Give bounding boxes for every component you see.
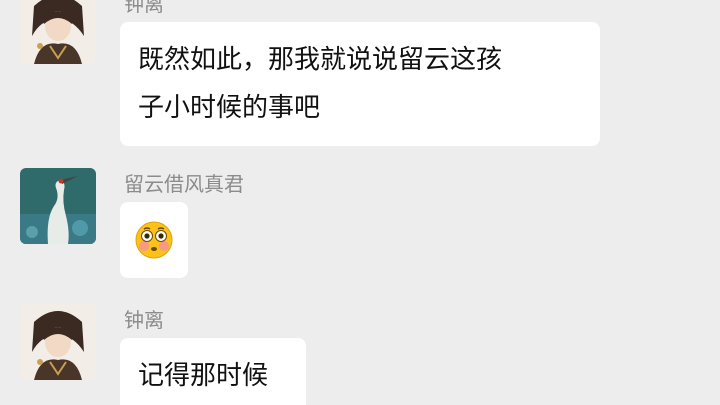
sender-name: 钟离	[124, 0, 164, 16]
crane-avatar-icon[interactable]	[20, 168, 96, 244]
message-bubble[interactable]: 既然如此，那我就说说留云这孩 子小时候的事吧	[120, 22, 600, 146]
sender-name: 钟离	[124, 308, 164, 332]
flushed-face-emoji	[135, 221, 173, 259]
zhongli-avatar-icon[interactable]	[20, 304, 96, 380]
chat-window: 钟离 既然如此，那我就说说留云这孩 子小时候的事吧 留云借风真君 钟离 记得那时…	[0, 0, 720, 405]
message-text-line: 子小时候的事吧	[138, 93, 321, 123]
message-bubble[interactable]: 记得那时候	[120, 338, 306, 405]
sender-name: 留云借风真君	[124, 172, 244, 196]
message-text-line: 既然如此，那我就说说留云这孩	[138, 45, 503, 75]
message-text-line: 记得那时候	[138, 361, 269, 391]
zhongli-avatar-icon[interactable]	[20, 0, 96, 64]
message-bubble[interactable]	[120, 202, 188, 278]
